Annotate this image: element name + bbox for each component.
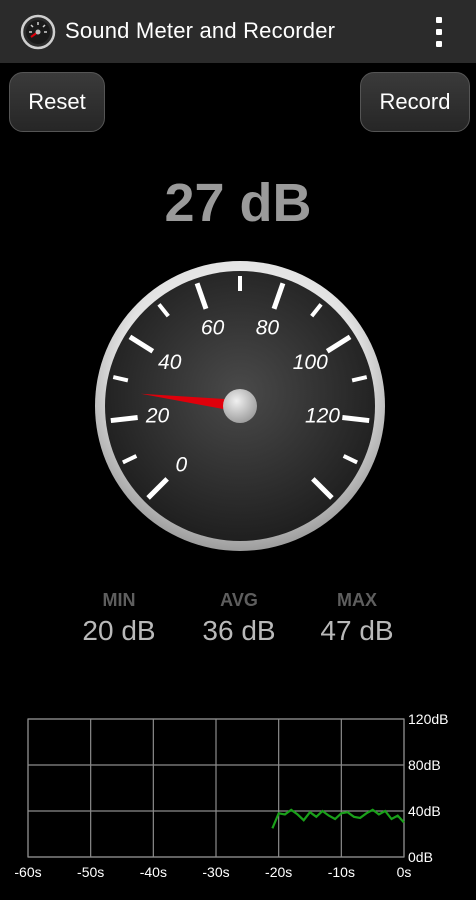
chart-x-tick-labels: -60s -50s -40s -30s -20s -10s 0s [14,864,411,880]
gauge-scale-label: 0 [175,454,187,477]
chart-x-tick-label: 0s [397,864,412,880]
app-title: Sound Meter and Recorder [65,18,336,43]
gauge-scale-label: 120 [305,404,340,427]
stat-avg-label: AVG [220,590,258,610]
chart-series-line [271,808,405,829]
gauge-scale-label: 20 [145,404,170,427]
app-bar: Sound Meter and Recorder [0,0,476,63]
chart-grid [27,718,405,858]
stat-max: MAX 47 dB [292,590,422,647]
gauge-scale-label: 100 [293,351,328,374]
stat-avg-value: 36 dB [202,615,276,646]
stat-max-value: 47 dB [320,615,394,646]
chart-x-tick-label: -40s [140,864,167,880]
current-db-reading: 27 dB [164,173,312,233]
stat-min-value: 20 dB [82,615,156,646]
gauge-scale-label: 60 [201,317,225,340]
record-button[interactable]: Record [360,72,470,132]
chart-y-tick-label: 40dB [408,803,441,819]
gauge-major-tick [342,415,370,424]
chart-y-tick-label: 80dB [408,757,441,773]
chart-x-tick-label: -50s [77,864,104,880]
history-chart: -60s -50s -40s -30s -20s -10s 0s 120dB 80dB 40dB… [14,711,448,880]
gauge-scale-label: 80 [256,317,280,340]
chart-x-tick-label: -30s [202,864,229,880]
chart-x-tick-label: -60s [14,864,41,880]
stat-max-label: MAX [337,590,377,610]
chart-y-tick-label: 0dB [408,849,433,865]
stat-min-label: MIN [102,590,136,610]
speedometer-icon [20,14,56,50]
sound-level-gauge: 0 20 40 60 80 100 120 [95,261,385,551]
gauge-scale-label: 40 [158,351,182,374]
chart-x-tick-label: -10s [328,864,355,880]
more-options-button[interactable] [424,12,454,52]
chart-y-tick-labels: 120dB 80dB 40dB 0dB [408,711,448,865]
stat-avg: AVG 36 dB [174,590,304,647]
chart-y-tick-label: 120dB [408,711,448,727]
chart-x-tick-label: -20s [265,864,292,880]
reset-button[interactable]: Reset [9,72,105,132]
stat-min: MIN 20 dB [54,590,184,647]
gauge-hub [223,389,257,423]
gauge-major-tick [110,415,138,424]
